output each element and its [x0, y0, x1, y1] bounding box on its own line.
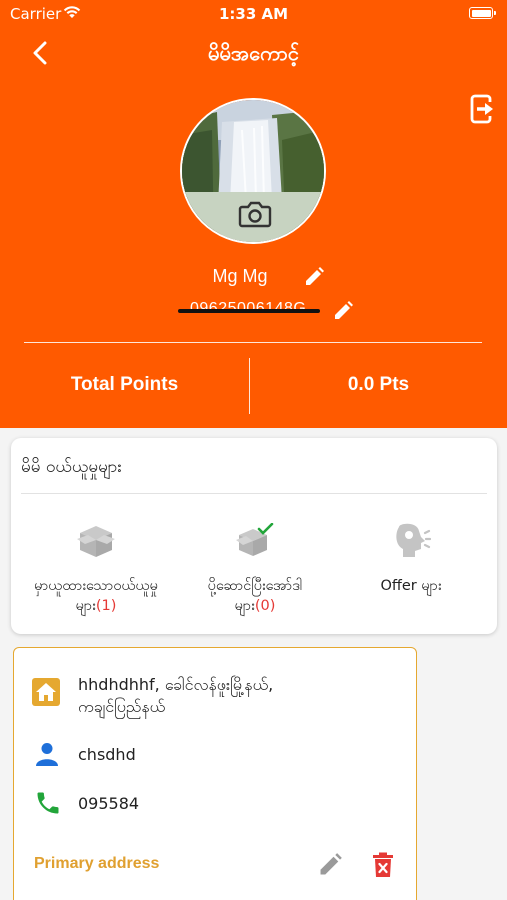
package-icon: [77, 526, 115, 557]
offers-label: Offer များ: [380, 578, 442, 594]
address-line2: ကချင်ပြည်နယ်: [78, 697, 166, 716]
trash-icon: [373, 852, 393, 877]
orders-title: မိမိ ဝယ်ယူမှုများ: [21, 457, 122, 477]
edit-address-button[interactable]: [317, 852, 343, 878]
logout-button[interactable]: [470, 94, 496, 124]
status-time: 1:33 AM: [218, 5, 289, 23]
ordered-purchases-label2: များ: [75, 598, 96, 614]
person-icon: [36, 742, 58, 766]
header-divider: [24, 342, 482, 343]
address-card[interactable]: hhdhdhhf, ခေါင်လန်ဖူးမြို့နယ်, ကချင်ပြည်…: [13, 647, 417, 900]
contact-name: chsdhd: [78, 745, 136, 764]
delivered-orders-label2: များ: [234, 598, 255, 614]
offers-item[interactable]: Offer များ: [331, 520, 491, 620]
contact-phone: 095584: [78, 794, 140, 813]
offer-speaker-icon: [396, 523, 431, 557]
ordered-purchases-item[interactable]: မှာယူထားသောဝယ်ယူမှု များ(1): [16, 520, 176, 620]
camera-icon[interactable]: [238, 200, 272, 228]
delivered-orders-label: ပို့ဆောင်ပြီးအော်ဒါ: [207, 578, 303, 594]
address-text: hhdhdhhf, ခေါင်လန်ဖူးမြို့နယ်, ကချင်ပြည်…: [78, 674, 273, 718]
pencil-icon: [320, 853, 342, 875]
primary-address-label: Primary address: [34, 855, 160, 872]
orders-divider: [21, 493, 487, 494]
total-points-value: 0.0 Pts: [347, 374, 410, 395]
delete-address-button[interactable]: [372, 852, 394, 878]
total-points-label: Total Points: [70, 374, 179, 395]
logout-icon: [470, 94, 494, 124]
pencil-icon: [335, 301, 353, 319]
phone-redaction-mark: [178, 309, 320, 313]
pencil-icon: [306, 267, 324, 285]
chevron-left-icon: [33, 41, 47, 65]
battery-icon: [469, 7, 496, 19]
edit-phone-button[interactable]: [332, 300, 354, 322]
back-button[interactable]: [22, 34, 58, 72]
profile-name: Mg Mg: [212, 266, 268, 286]
delivered-orders-item[interactable]: ပို့ဆောင်ပြီးအော်ဒါ များ(0): [175, 520, 335, 620]
delivered-orders-count: (0): [254, 598, 276, 614]
address-home-icon: [32, 678, 60, 706]
page-title: မိမိအကောင့်: [208, 41, 299, 65]
edit-name-button[interactable]: [303, 266, 325, 288]
ordered-purchases-label: မှာယူထားသောဝယ်ယူမှု: [34, 578, 158, 594]
avatar[interactable]: [180, 98, 326, 244]
address-line1: hhdhdhhf, ခေါင်လန်ဖူးမြို့နယ်,: [78, 675, 274, 694]
status-bar: Carrier 1:33 AM: [0, 0, 507, 28]
profile-header: Mg Mg 09625006148G Total Points 0.0 Pts: [0, 78, 507, 428]
ordered-purchases-count: (1): [95, 598, 117, 614]
phone-icon: [34, 789, 62, 817]
orders-card: မိမိ ဝယ်ယူမှုများ မှာယူထားသောဝယ်ယူမှု မျ…: [11, 438, 497, 634]
nav-bar: မိမိအကောင့်: [0, 28, 507, 78]
package-check-icon: [236, 523, 274, 556]
